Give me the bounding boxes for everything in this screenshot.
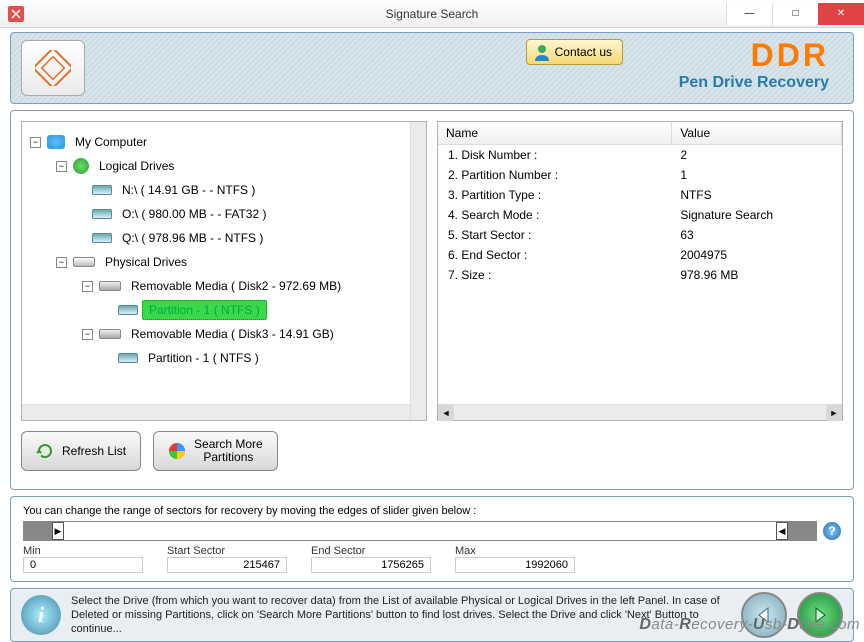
main-panel: −My Computer −Logical Drives N:\ ( 14.91…: [10, 110, 854, 490]
person-icon: [533, 43, 551, 61]
slider-instruction: You can change the range of sectors for …: [23, 505, 841, 517]
tree-partition[interactable]: Partition - 1 ( NTFS ): [142, 349, 265, 367]
min-label: Min: [23, 545, 143, 557]
partition-icon: [118, 353, 138, 363]
app-logo: [21, 40, 85, 96]
physical-drives-icon: [73, 257, 95, 267]
drive-tree-panel: −My Computer −Logical Drives N:\ ( 14.91…: [21, 121, 427, 421]
maximize-button[interactable]: □: [772, 3, 818, 25]
table-row: 5. Start Sector :63: [438, 225, 842, 245]
max-value: 1992060: [455, 557, 575, 573]
back-button[interactable]: [741, 592, 787, 638]
tree-drive-o[interactable]: O:\ ( 980.00 MB - - FAT32 ): [116, 205, 273, 223]
help-icon[interactable]: ?: [823, 522, 841, 540]
next-button[interactable]: [797, 592, 843, 638]
max-label: Max: [455, 545, 575, 557]
header: Contact us DDR Pen Drive Recovery: [10, 32, 854, 104]
tree-root[interactable]: My Computer: [69, 133, 153, 151]
search-more-partitions-button[interactable]: Search More Partitions: [153, 431, 278, 471]
refresh-list-button[interactable]: Refresh List: [21, 431, 141, 471]
table-row: 4. Search Mode :Signature Search: [438, 205, 842, 225]
brand-name: DDR: [679, 37, 829, 74]
table-row: 6. End Sector :2004975: [438, 245, 842, 265]
end-sector-label: End Sector: [311, 545, 431, 557]
start-sector-label: Start Sector: [167, 545, 287, 557]
expander[interactable]: −: [82, 281, 93, 292]
tree-drive-n[interactable]: N:\ ( 14.91 GB - - NTFS ): [116, 181, 261, 199]
min-value: 0: [23, 557, 143, 573]
partitions-icon: [168, 442, 186, 460]
app-icon: [8, 6, 24, 22]
footer-instruction: Select the Drive (from which you want to…: [71, 594, 731, 637]
start-sector-value[interactable]: 215467: [167, 557, 287, 573]
table-row: 3. Partition Type :NTFS: [438, 185, 842, 205]
slider-handle-start[interactable]: ▶: [24, 521, 64, 541]
close-button[interactable]: ✕: [818, 3, 864, 25]
info-icon: i: [21, 595, 61, 635]
tree-rm3[interactable]: Removable Media ( Disk3 - 14.91 GB): [125, 325, 340, 343]
drive-icon: [92, 185, 112, 195]
removable-icon: [99, 329, 121, 339]
expander[interactable]: −: [30, 137, 41, 148]
tree-physical[interactable]: Physical Drives: [99, 253, 193, 271]
table-row: 1. Disk Number :2: [438, 145, 842, 165]
tree-horizontal-scrollbar[interactable]: [22, 404, 410, 420]
tree-logical[interactable]: Logical Drives: [93, 157, 180, 175]
tree-vertical-scrollbar[interactable]: [410, 122, 426, 420]
footer-panel: i Select the Drive (from which you want …: [10, 588, 854, 642]
partition-icon: [118, 305, 138, 315]
table-row: 7. Size :978.96 MB: [438, 265, 842, 285]
expander[interactable]: −: [82, 329, 93, 340]
contact-us-button[interactable]: Contact us: [526, 39, 623, 65]
computer-icon: [47, 135, 65, 149]
tree-rm2[interactable]: Removable Media ( Disk2 - 972.69 MB): [125, 277, 347, 295]
logical-drives-icon: [73, 158, 89, 174]
removable-icon: [99, 281, 121, 291]
table-header-name[interactable]: Name: [438, 122, 672, 144]
brand: DDR Pen Drive Recovery: [679, 37, 829, 92]
drive-icon: [92, 233, 112, 243]
end-sector-value[interactable]: 1756265: [311, 557, 431, 573]
tree-partition-selected[interactable]: Partition - 1 ( NTFS ): [142, 300, 267, 320]
slider-handle-end[interactable]: ◀: [776, 521, 816, 541]
sector-slider-panel: You can change the range of sectors for …: [10, 496, 854, 582]
table-header-value[interactable]: Value: [672, 122, 842, 144]
drive-icon: [92, 209, 112, 219]
back-arrow-icon: [753, 604, 775, 626]
details-table: Name Value 1. Disk Number :2 2. Partitio…: [437, 121, 843, 421]
brand-subtitle: Pen Drive Recovery: [679, 74, 829, 92]
sector-slider[interactable]: ▶ ◀: [23, 521, 817, 541]
expander[interactable]: −: [56, 257, 67, 268]
minimize-button[interactable]: —: [726, 3, 772, 25]
table-horizontal-scrollbar[interactable]: ◄ ►: [438, 404, 842, 420]
table-row: 2. Partition Number :1: [438, 165, 842, 185]
next-arrow-icon: [809, 604, 831, 626]
expander[interactable]: −: [56, 161, 67, 172]
refresh-icon: [36, 442, 54, 460]
tree-drive-q[interactable]: Q:\ ( 978.96 MB - - NTFS ): [116, 229, 269, 247]
titlebar: Signature Search — □ ✕: [0, 0, 864, 28]
window-title: Signature Search: [386, 7, 479, 21]
